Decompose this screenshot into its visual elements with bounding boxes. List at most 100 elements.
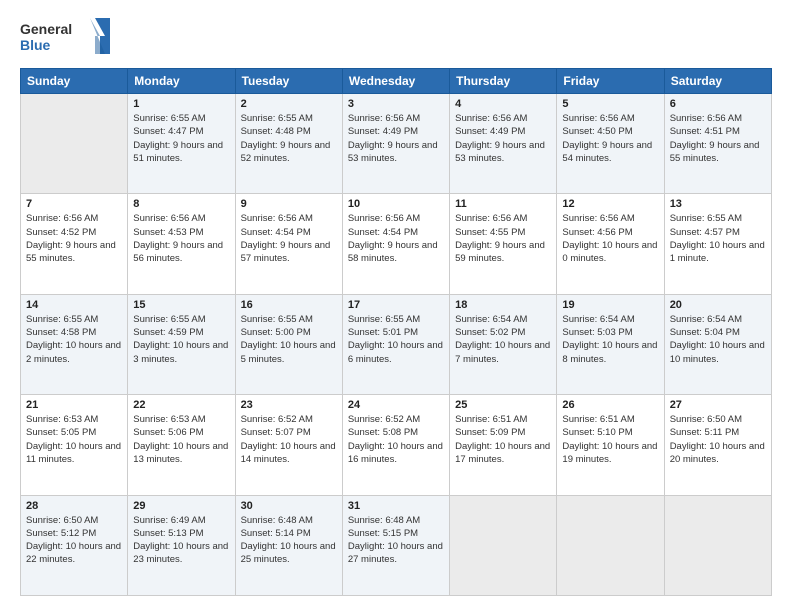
calendar-cell: 7 Sunrise: 6:56 AM Sunset: 4:52 PM Daylig… bbox=[21, 194, 128, 294]
day-number: 15 bbox=[133, 299, 229, 311]
calendar-cell: 8 Sunrise: 6:56 AM Sunset: 4:53 PM Daylig… bbox=[128, 194, 235, 294]
calendar-cell: 31 Sunrise: 6:48 AM Sunset: 5:15 PM Dayli… bbox=[342, 495, 449, 595]
day-number: 19 bbox=[562, 299, 658, 311]
day-info: Sunrise: 6:55 AM Sunset: 4:47 PM Dayligh… bbox=[133, 112, 229, 165]
calendar-cell: 21 Sunrise: 6:53 AM Sunset: 5:05 PM Dayli… bbox=[21, 395, 128, 495]
calendar-cell: 26 Sunrise: 6:51 AM Sunset: 5:10 PM Dayli… bbox=[557, 395, 664, 495]
day-number: 1 bbox=[133, 98, 229, 110]
day-number: 20 bbox=[670, 299, 766, 311]
day-info: Sunrise: 6:48 AM Sunset: 5:15 PM Dayligh… bbox=[348, 514, 444, 567]
day-number: 31 bbox=[348, 500, 444, 512]
header: General Blue bbox=[20, 16, 772, 58]
day-info: Sunrise: 6:50 AM Sunset: 5:11 PM Dayligh… bbox=[670, 413, 766, 466]
day-info: Sunrise: 6:56 AM Sunset: 4:49 PM Dayligh… bbox=[455, 112, 551, 165]
calendar-cell bbox=[450, 495, 557, 595]
day-number: 9 bbox=[241, 198, 337, 210]
day-info: Sunrise: 6:56 AM Sunset: 4:55 PM Dayligh… bbox=[455, 212, 551, 265]
day-info: Sunrise: 6:55 AM Sunset: 5:01 PM Dayligh… bbox=[348, 313, 444, 366]
weekday-header-friday: Friday bbox=[557, 69, 664, 94]
day-number: 6 bbox=[670, 98, 766, 110]
calendar-cell: 20Sunrise: 6:54 AM Sunset: 5:04 PM Dayli… bbox=[664, 294, 771, 394]
calendar-cell: 17 Sunrise: 6:55 AM Sunset: 5:01 PM Dayli… bbox=[342, 294, 449, 394]
calendar-cell: 27 Sunrise: 6:50 AM Sunset: 5:11 PM Dayli… bbox=[664, 395, 771, 495]
calendar-cell: 12 Sunrise: 6:56 AM Sunset: 4:56 PM Dayli… bbox=[557, 194, 664, 294]
svg-text:Blue: Blue bbox=[20, 37, 51, 53]
calendar-cell bbox=[21, 94, 128, 194]
calendar-cell: 4 Sunrise: 6:56 AM Sunset: 4:49 PM Daylig… bbox=[450, 94, 557, 194]
weekday-header-thursday: Thursday bbox=[450, 69, 557, 94]
calendar-cell: 3Sunrise: 6:56 AM Sunset: 4:49 PM Daylig… bbox=[342, 94, 449, 194]
day-number: 8 bbox=[133, 198, 229, 210]
day-info: Sunrise: 6:56 AM Sunset: 4:51 PM Dayligh… bbox=[670, 112, 766, 165]
day-info: Sunrise: 6:55 AM Sunset: 4:57 PM Dayligh… bbox=[670, 212, 766, 265]
day-info: Sunrise: 6:52 AM Sunset: 5:07 PM Dayligh… bbox=[241, 413, 337, 466]
day-number: 28 bbox=[26, 500, 122, 512]
weekday-header-monday: Monday bbox=[128, 69, 235, 94]
weekday-header-row: SundayMondayTuesdayWednesdayThursdayFrid… bbox=[21, 69, 772, 94]
calendar-cell: 5Sunrise: 6:56 AM Sunset: 4:50 PM Daylig… bbox=[557, 94, 664, 194]
day-number: 24 bbox=[348, 399, 444, 411]
day-number: 16 bbox=[241, 299, 337, 311]
calendar-cell: 24 Sunrise: 6:52 AM Sunset: 5:08 PM Dayli… bbox=[342, 395, 449, 495]
day-info: Sunrise: 6:56 AM Sunset: 4:54 PM Dayligh… bbox=[241, 212, 337, 265]
day-info: Sunrise: 6:48 AM Sunset: 5:14 PM Dayligh… bbox=[241, 514, 337, 567]
day-info: Sunrise: 6:56 AM Sunset: 4:52 PM Dayligh… bbox=[26, 212, 122, 265]
calendar-row-4: 28 Sunrise: 6:50 AM Sunset: 5:12 PM Dayli… bbox=[21, 495, 772, 595]
calendar-cell: 10 Sunrise: 6:56 AM Sunset: 4:54 PM Dayli… bbox=[342, 194, 449, 294]
calendar-cell: 23 Sunrise: 6:52 AM Sunset: 5:07 PM Dayli… bbox=[235, 395, 342, 495]
day-number: 21 bbox=[26, 399, 122, 411]
calendar-cell: 22Sunrise: 6:53 AM Sunset: 5:06 PM Dayli… bbox=[128, 395, 235, 495]
weekday-header-tuesday: Tuesday bbox=[235, 69, 342, 94]
calendar-cell: 18Sunrise: 6:54 AM Sunset: 5:02 PM Dayli… bbox=[450, 294, 557, 394]
day-info: Sunrise: 6:56 AM Sunset: 4:53 PM Dayligh… bbox=[133, 212, 229, 265]
day-number: 7 bbox=[26, 198, 122, 210]
calendar-cell: 16 Sunrise: 6:55 AM Sunset: 5:00 PM Dayli… bbox=[235, 294, 342, 394]
day-info: Sunrise: 6:55 AM Sunset: 4:48 PM Dayligh… bbox=[241, 112, 337, 165]
day-info: Sunrise: 6:50 AM Sunset: 5:12 PM Dayligh… bbox=[26, 514, 122, 567]
calendar-cell: 30Sunrise: 6:48 AM Sunset: 5:14 PM Dayli… bbox=[235, 495, 342, 595]
calendar-cell bbox=[557, 495, 664, 595]
logo: General Blue bbox=[20, 16, 110, 58]
calendar-cell: 19 Sunrise: 6:54 AM Sunset: 5:03 PM Dayli… bbox=[557, 294, 664, 394]
calendar-row-0: 1 Sunrise: 6:55 AM Sunset: 4:47 PM Daylig… bbox=[21, 94, 772, 194]
day-number: 4 bbox=[455, 98, 551, 110]
calendar-cell: 11Sunrise: 6:56 AM Sunset: 4:55 PM Dayli… bbox=[450, 194, 557, 294]
calendar-cell: 14Sunrise: 6:55 AM Sunset: 4:58 PM Dayli… bbox=[21, 294, 128, 394]
day-info: Sunrise: 6:53 AM Sunset: 5:05 PM Dayligh… bbox=[26, 413, 122, 466]
day-number: 29 bbox=[133, 500, 229, 512]
svg-text:General: General bbox=[20, 21, 72, 37]
day-number: 12 bbox=[562, 198, 658, 210]
weekday-header-saturday: Saturday bbox=[664, 69, 771, 94]
day-info: Sunrise: 6:54 AM Sunset: 5:02 PM Dayligh… bbox=[455, 313, 551, 366]
day-number: 10 bbox=[348, 198, 444, 210]
calendar-cell: 13 Sunrise: 6:55 AM Sunset: 4:57 PM Dayli… bbox=[664, 194, 771, 294]
day-info: Sunrise: 6:56 AM Sunset: 4:56 PM Dayligh… bbox=[562, 212, 658, 265]
calendar-row-1: 7 Sunrise: 6:56 AM Sunset: 4:52 PM Daylig… bbox=[21, 194, 772, 294]
calendar-cell: 29Sunrise: 6:49 AM Sunset: 5:13 PM Dayli… bbox=[128, 495, 235, 595]
day-number: 23 bbox=[241, 399, 337, 411]
day-number: 13 bbox=[670, 198, 766, 210]
weekday-header-wednesday: Wednesday bbox=[342, 69, 449, 94]
day-number: 27 bbox=[670, 399, 766, 411]
day-info: Sunrise: 6:52 AM Sunset: 5:08 PM Dayligh… bbox=[348, 413, 444, 466]
page: General Blue SundayMondayTuesdayWednesda… bbox=[0, 0, 792, 612]
day-info: Sunrise: 6:56 AM Sunset: 4:49 PM Dayligh… bbox=[348, 112, 444, 165]
day-number: 22 bbox=[133, 399, 229, 411]
day-number: 26 bbox=[562, 399, 658, 411]
day-info: Sunrise: 6:51 AM Sunset: 5:10 PM Dayligh… bbox=[562, 413, 658, 466]
day-number: 17 bbox=[348, 299, 444, 311]
calendar-cell: 1 Sunrise: 6:55 AM Sunset: 4:47 PM Daylig… bbox=[128, 94, 235, 194]
calendar-cell bbox=[664, 495, 771, 595]
calendar-cell: 2Sunrise: 6:55 AM Sunset: 4:48 PM Daylig… bbox=[235, 94, 342, 194]
calendar-row-2: 14Sunrise: 6:55 AM Sunset: 4:58 PM Dayli… bbox=[21, 294, 772, 394]
calendar-cell: 25Sunrise: 6:51 AM Sunset: 5:09 PM Dayli… bbox=[450, 395, 557, 495]
calendar-cell: 15 Sunrise: 6:55 AM Sunset: 4:59 PM Dayli… bbox=[128, 294, 235, 394]
day-info: Sunrise: 6:55 AM Sunset: 4:59 PM Dayligh… bbox=[133, 313, 229, 366]
weekday-header-sunday: Sunday bbox=[21, 69, 128, 94]
day-info: Sunrise: 6:54 AM Sunset: 5:03 PM Dayligh… bbox=[562, 313, 658, 366]
day-number: 25 bbox=[455, 399, 551, 411]
day-info: Sunrise: 6:56 AM Sunset: 4:54 PM Dayligh… bbox=[348, 212, 444, 265]
day-info: Sunrise: 6:55 AM Sunset: 5:00 PM Dayligh… bbox=[241, 313, 337, 366]
day-number: 14 bbox=[26, 299, 122, 311]
calendar-cell: 9 Sunrise: 6:56 AM Sunset: 4:54 PM Daylig… bbox=[235, 194, 342, 294]
